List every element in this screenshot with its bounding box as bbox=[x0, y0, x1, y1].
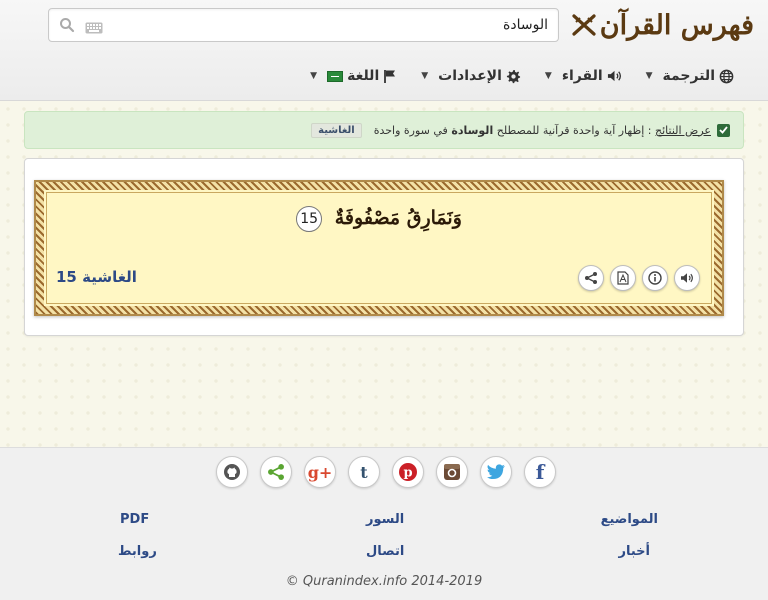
social-links: g+ t p f bbox=[216, 456, 556, 488]
nav-settings-label: الإعدادات bbox=[438, 68, 502, 84]
nav-translation-label: الترجمة bbox=[662, 68, 715, 84]
copyright: © Quranindex.info 2014-2019 bbox=[285, 574, 483, 589]
audio-icon bbox=[681, 273, 693, 283]
search-input[interactable] bbox=[128, 9, 548, 41]
footer-link-pdf[interactable]: PDF bbox=[120, 512, 149, 527]
verse-actions bbox=[578, 265, 700, 291]
flag-icon bbox=[383, 69, 397, 84]
share-icon bbox=[585, 272, 597, 284]
info-icon bbox=[648, 271, 662, 285]
keyboard-icon[interactable] bbox=[85, 19, 103, 38]
footer-links: المواضيع السور PDF أخبار اتصال روابط bbox=[0, 510, 768, 570]
caret-down-icon: ▼ bbox=[310, 71, 318, 81]
caret-down-icon: ▼ bbox=[645, 71, 653, 81]
verse-card: وَنَمَارِقُ مَصْفُوفَةٌ 15 الغاشية 15 bbox=[34, 180, 724, 316]
info-text-before: : إظهار آية واحدة قرآنية للمصطلح bbox=[493, 123, 655, 137]
nav-settings[interactable]: الإعدادات ▼ bbox=[421, 68, 521, 84]
instagram-icon[interactable] bbox=[436, 456, 468, 488]
nav-language-label: اللغة bbox=[347, 68, 380, 84]
svg-text:p: p bbox=[403, 466, 412, 481]
info-text-after: في سورة واحدة bbox=[373, 123, 452, 137]
verse-text: وَنَمَارِقُ مَصْفُوفَةٌ bbox=[334, 207, 462, 229]
crossed-swords-icon bbox=[572, 14, 596, 36]
footer: g+ t p f المواضيع السور PDF أخبار اتصال bbox=[0, 447, 768, 600]
audio-button[interactable] bbox=[674, 265, 700, 291]
site-logo[interactable]: فهرس القرآن bbox=[572, 6, 754, 44]
caret-down-icon: ▼ bbox=[421, 71, 429, 81]
github-icon[interactable] bbox=[216, 456, 248, 488]
header: فهرس القرآن الوسادة الترجمة ▼ القراء ▼ ا… bbox=[0, 0, 768, 101]
search-box bbox=[48, 8, 559, 42]
surah-tag[interactable]: الغاشية bbox=[311, 122, 362, 138]
pdf-icon bbox=[617, 271, 629, 285]
speaker-icon bbox=[607, 69, 622, 83]
caret-down-icon: ▼ bbox=[544, 71, 552, 81]
footer-link-contact[interactable]: اتصال bbox=[366, 544, 404, 559]
footer-link-news[interactable]: أخبار bbox=[619, 544, 651, 559]
info-text: عرض النتائج : إظهار آية واحدة قرآنية للم… bbox=[374, 124, 711, 137]
search-icon[interactable] bbox=[59, 17, 75, 37]
main-nav: الترجمة ▼ القراء ▼ الإعدادات ▼ اللغة ▼ bbox=[310, 64, 734, 88]
results-info-bar: عرض النتائج : إظهار آية واحدة قرآنية للم… bbox=[24, 111, 744, 149]
show-results-link[interactable]: عرض النتائج bbox=[655, 124, 711, 137]
share-button[interactable] bbox=[578, 265, 604, 291]
verse-number: 15 bbox=[296, 206, 323, 232]
footer-link-surahs[interactable]: السور bbox=[366, 512, 404, 527]
globe-icon bbox=[719, 69, 734, 84]
info-button[interactable] bbox=[642, 265, 668, 291]
nav-reciters-label: القراء bbox=[561, 68, 603, 84]
verse-reference[interactable]: الغاشية 15 bbox=[56, 268, 137, 286]
footer-link-topics[interactable]: المواضيع bbox=[601, 512, 658, 527]
facebook-icon[interactable]: f bbox=[524, 456, 556, 488]
tumblr-icon[interactable]: t bbox=[348, 456, 380, 488]
nav-reciters[interactable]: القراء ▼ bbox=[545, 68, 622, 84]
twitter-icon[interactable] bbox=[480, 456, 512, 488]
gear-icon bbox=[506, 69, 521, 84]
google-plus-icon[interactable]: g+ bbox=[304, 456, 336, 488]
nav-translation[interactable]: الترجمة ▼ bbox=[646, 68, 734, 84]
logo-text: فهرس القرآن bbox=[599, 9, 754, 41]
verse-text-line: وَنَمَارِقُ مَصْفُوفَةٌ 15 bbox=[36, 206, 722, 232]
footer-link-links[interactable]: روابط bbox=[118, 544, 157, 559]
saudi-flag-icon bbox=[327, 70, 344, 82]
check-square-icon[interactable] bbox=[717, 123, 730, 137]
nav-language[interactable]: اللغة ▼ bbox=[310, 68, 397, 84]
pdf-button[interactable] bbox=[610, 265, 636, 291]
pinterest-icon[interactable]: p bbox=[392, 456, 424, 488]
share-icon[interactable] bbox=[260, 456, 292, 488]
search-term: الوسادة bbox=[451, 123, 494, 137]
